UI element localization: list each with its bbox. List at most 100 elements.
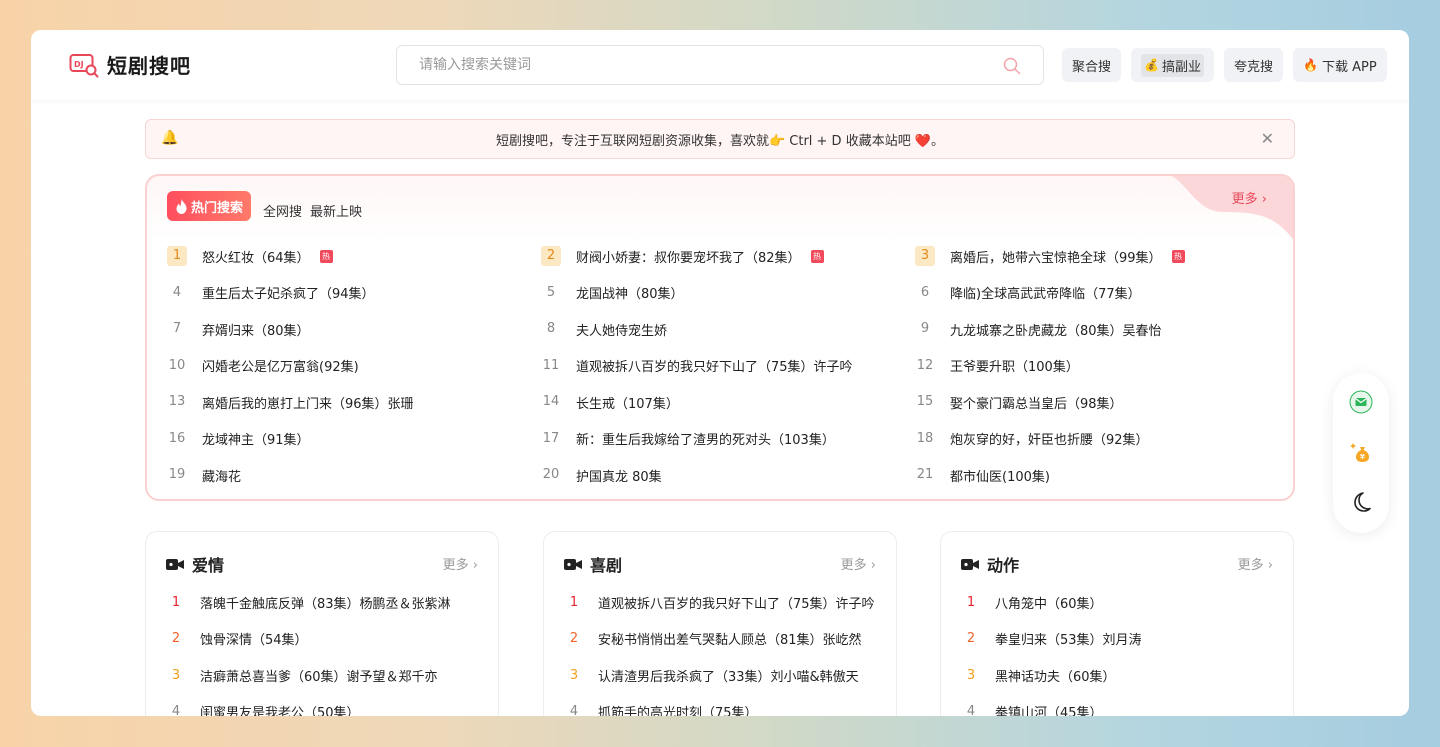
hot-search-item[interactable]: 1 怒火红妆（64集） 热 — [167, 238, 541, 275]
dark-mode-moon-icon[interactable] — [1349, 490, 1373, 514]
rank-number: 7 — [172, 321, 182, 337]
floating-toolbar: ¥ — [1333, 373, 1389, 533]
drama-title: 王爷要升职（100集） — [950, 360, 1079, 376]
hot-search-item[interactable]: 18 炮灰穿的好，奸臣也折腰（92集） — [915, 421, 1287, 458]
mail-icon[interactable] — [1349, 390, 1373, 414]
card-list-item[interactable]: 1 道观被拆八百岁的我只好下山了（75集）许子吟 — [564, 584, 878, 621]
rank-number: 3 — [915, 246, 935, 267]
card-list-item[interactable]: 3 认清渣男后我杀疯了（33集）刘小喵&韩傲天 — [564, 657, 878, 694]
card-title: 喜剧 — [590, 556, 623, 575]
hot-search-item[interactable]: 16 龙域神主（91集） — [167, 421, 541, 458]
card-header: 爱情 — [166, 552, 224, 576]
rank-number: 1 — [171, 594, 181, 610]
search-box — [396, 45, 1044, 85]
card-list-item[interactable]: 3 洁癖萧总喜当爹（60集）谢予望＆郑千亦 — [166, 657, 480, 694]
hot-search-item[interactable]: 8 夫人她侍宠生娇 — [541, 311, 915, 348]
drama-title: 安秘书悄悄出差气哭黏人顾总（81集）张屹然 — [598, 633, 862, 649]
header-nav: 聚合搜 💰 搞副业 夸克搜 🔥 下载 APP — [1062, 48, 1387, 82]
rank-number: 6 — [920, 284, 930, 300]
hot-search-item[interactable]: 20 护国真龙 80集 — [541, 457, 915, 494]
rank-number: 19 — [168, 467, 186, 483]
download-app-label: 下载 APP — [1321, 59, 1377, 75]
search-icon[interactable] — [1003, 57, 1021, 75]
drama-title: 龙域神主（91集） — [202, 433, 310, 449]
hot-search-item[interactable]: 13 离婚后我的崽打上门来（96集）张珊 — [167, 384, 541, 421]
video-camera-icon — [166, 558, 184, 570]
hot-search-list: 1 怒火红妆（64集） 热 2 财阀小娇妻：叔你要宠坏我了（82集） 热 3 离婚后，她带六宝… — [167, 238, 1287, 494]
hot-tag-badge: 热 — [319, 249, 333, 263]
side-hustle-highlight: 💰 搞副业 — [1141, 53, 1204, 77]
card-list-item[interactable]: 2 安秘书悄悄出差气哭黏人顾总（81集）张屹然 — [564, 621, 878, 658]
hot-search-item[interactable]: 2 财阀小娇妻：叔你要宠坏我了（82集） 热 — [541, 238, 915, 275]
drama-title: 离婚后我的崽打上门来（96集）张珊 — [202, 396, 414, 412]
rank-number: 15 — [916, 394, 934, 410]
notice-bar: 🔔 短剧搜吧，专注于互联网短剧资源收集，喜欢就👉 Ctrl + D 收藏本站吧 … — [145, 119, 1295, 159]
drama-title: 炮灰穿的好，奸臣也折腰（92集） — [950, 433, 1149, 449]
category-card-action: 动作 更多 › 1 八角笼中（60集） 2 拳皇归来（53集）刘月涛 3 黑神话功夫（60… — [940, 531, 1294, 716]
rank-number: 11 — [542, 357, 560, 373]
hot-more-link[interactable]: 更多 › — [1232, 188, 1267, 207]
rank-number: 1 — [167, 246, 187, 267]
svg-text:DJ: DJ — [74, 60, 84, 69]
drama-title: 闺蜜男友是我老公（50集） — [200, 706, 360, 716]
card-more-link[interactable]: 更多 › — [443, 554, 478, 573]
card-list-item[interactable]: 1 八角笼中（60集） — [961, 584, 1275, 621]
card-title: 动作 — [987, 556, 1020, 575]
hot-search-item[interactable]: 21 都市仙医(100集) — [915, 457, 1287, 494]
card-more-link[interactable]: 更多 › — [841, 554, 876, 573]
hot-search-item[interactable]: 11 道观被拆八百岁的我只好下山了（75集）许子吟 — [541, 348, 915, 385]
notice-text-shortcut: Ctrl + D 收藏本站吧 — [785, 133, 915, 149]
hot-search-item[interactable]: 14 长生戒（107集） — [541, 384, 915, 421]
card-list-item[interactable]: 4 抓筋手的高光时刻（75集） — [564, 694, 878, 716]
drama-title: 降临)全球高武武帝降临（77集） — [950, 287, 1141, 303]
hot-search-item[interactable]: 3 离婚后，她带六宝惊艳全球（99集） 热 — [915, 238, 1287, 275]
card-list-item[interactable]: 1 落魄千金触底反弹（83集）杨鹏丞＆张紫淋 — [166, 584, 480, 621]
aggregate-search-button[interactable]: 聚合搜 — [1062, 48, 1122, 82]
card-list-item[interactable]: 3 黑神话功夫（60集） — [961, 657, 1275, 694]
hot-search-item[interactable]: 5 龙国战神（80集） — [541, 275, 915, 312]
hot-search-item[interactable]: 7 弃婿归来（80集） — [167, 311, 541, 348]
rank-number: 16 — [168, 430, 186, 446]
hot-search-item[interactable]: 10 闪婚老公是亿万富翁(92集) — [167, 348, 541, 385]
rank-number: 14 — [542, 394, 560, 410]
rank-number: 2 — [966, 631, 976, 647]
hot-search-item[interactable]: 17 新：重生后我嫁给了渣男的死对头（103集） — [541, 421, 915, 458]
card-list-item[interactable]: 4 闺蜜男友是我老公（50集） — [166, 694, 480, 716]
hot-search-badge: 热门搜索 — [167, 191, 252, 221]
logo-text: 短剧搜吧 — [107, 54, 191, 78]
hot-search-item[interactable]: 6 降临)全球高武武帝降临（77集） — [915, 275, 1287, 312]
coin-bag-icon[interactable]: ¥ — [1349, 440, 1373, 464]
drama-title: 藏海花 — [202, 469, 242, 485]
side-hustle-button[interactable]: 💰 搞副业 — [1131, 48, 1214, 82]
hot-search-item[interactable]: 9 九龙城寨之卧虎藏龙（80集）吴春怡 — [915, 311, 1287, 348]
download-app-button[interactable]: 🔥 下载 APP — [1293, 48, 1387, 82]
hot-search-item[interactable]: 19 藏海花 — [167, 457, 541, 494]
close-icon[interactable]: ✕ — [1261, 129, 1274, 148]
rank-number: 1 — [569, 594, 579, 610]
drama-title: 九龙城寨之卧虎藏龙（80集）吴春怡 — [950, 323, 1162, 339]
quark-search-button[interactable]: 夸克搜 — [1223, 48, 1283, 82]
card-list-item[interactable]: 2 蚀骨深情（54集） — [166, 621, 480, 658]
tab-latest-release[interactable]: 最新上映 — [310, 201, 362, 220]
rank-number: 13 — [168, 394, 186, 410]
search-input[interactable] — [419, 46, 979, 84]
hot-search-item[interactable]: 12 王爷要升职（100集） — [915, 348, 1287, 385]
category-card-romance: 爱情 更多 › 1 落魄千金触底反弹（83集）杨鹏丞＆张紫淋 2 蚀骨深情（54集） 3… — [145, 531, 499, 716]
fire-icon: 🔥 — [1303, 58, 1318, 72]
hot-search-item[interactable]: 4 重生后太子妃杀疯了（94集） — [167, 275, 541, 312]
rank-number: 10 — [168, 357, 186, 373]
site-logo[interactable]: DJ 短剧搜吧 — [69, 50, 191, 79]
video-camera-icon — [961, 558, 979, 570]
tab-all-web[interactable]: 全网搜 — [263, 201, 302, 220]
drama-title: 都市仙医(100集) — [950, 469, 1050, 485]
card-list-item[interactable]: 4 拳镇山河（45集） — [961, 694, 1275, 716]
rank-number: 3 — [569, 667, 579, 683]
drama-title: 抓筋手的高光时刻（75集） — [598, 706, 758, 716]
card-list-item[interactable]: 2 拳皇归来（53集）刘月涛 — [961, 621, 1275, 658]
card-more-link[interactable]: 更多 › — [1238, 554, 1273, 573]
rank-number: 3 — [966, 667, 976, 683]
rank-number: 18 — [916, 430, 934, 446]
drama-title: 蚀骨深情（54集） — [200, 633, 308, 649]
drama-title: 落魄千金触底反弹（83集）杨鹏丞＆张紫淋 — [200, 596, 451, 612]
hot-search-item[interactable]: 15 娶个豪门霸总当皇后（98集） — [915, 384, 1287, 421]
